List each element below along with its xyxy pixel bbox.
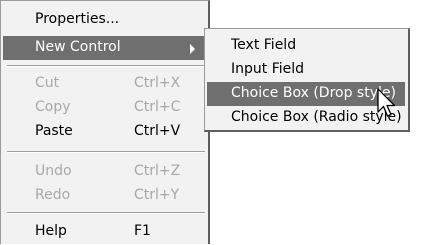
screenshot: Properties... New Control Cut Ctrl+X Cop… [0,0,423,245]
submenu-item-label: Text Field [231,37,297,53]
mouse-pointer-icon [377,88,396,117]
menu-item-label: Paste [35,123,73,139]
menu-item-shortcut: Ctrl+X [134,75,181,91]
menu-item-shortcut: Ctrl+Y [134,187,180,203]
menu-item-label: Help [35,223,67,239]
menu-item-properties[interactable]: Properties... [1,8,209,32]
menu-item-new-control[interactable]: New Control [3,36,205,60]
menu-item-label: Copy [35,99,71,115]
chevron-right-icon [190,44,195,54]
submenu-item-label: Input Field [231,61,305,77]
menu-item-copy[interactable]: Copy Ctrl+C [1,96,209,120]
submenu-item-label: Choice Box (Drop style) [231,85,396,101]
menu-item-redo[interactable]: Redo Ctrl+Y [1,184,209,208]
submenu-item-input-field[interactable]: Input Field [207,58,405,82]
menu-item-cut[interactable]: Cut Ctrl+X [1,72,209,96]
submenu-item-choice-box-drop[interactable]: Choice Box (Drop style) [207,82,405,106]
menu-item-label: Undo [35,163,72,179]
menu-item-shortcut: F1 [134,223,151,239]
menu-item-undo[interactable]: Undo Ctrl+Z [1,160,209,184]
menu-separator [7,65,205,67]
menu-item-shortcut: Ctrl+Z [134,163,181,179]
menu-item-label: Cut [35,75,60,91]
menu-separator [7,151,205,153]
menu-separator [7,212,205,214]
menu-item-help[interactable]: Help F1 [1,220,209,244]
menu-item-shortcut: Ctrl+C [134,99,181,115]
submenu-item-choice-box-radio[interactable]: Choice Box (Radio style) [207,106,405,130]
menu-item-label: Properties... [35,11,120,27]
menu-item-shortcut: Ctrl+V [134,123,181,139]
context-menu: Properties... New Control Cut Ctrl+X Cop… [0,0,210,244]
menu-item-paste[interactable]: Paste Ctrl+V [1,120,209,144]
menu-item-label: Redo [35,187,71,203]
menu-item-label: New Control [35,39,121,55]
submenu-item-text-field[interactable]: Text Field [207,34,405,58]
